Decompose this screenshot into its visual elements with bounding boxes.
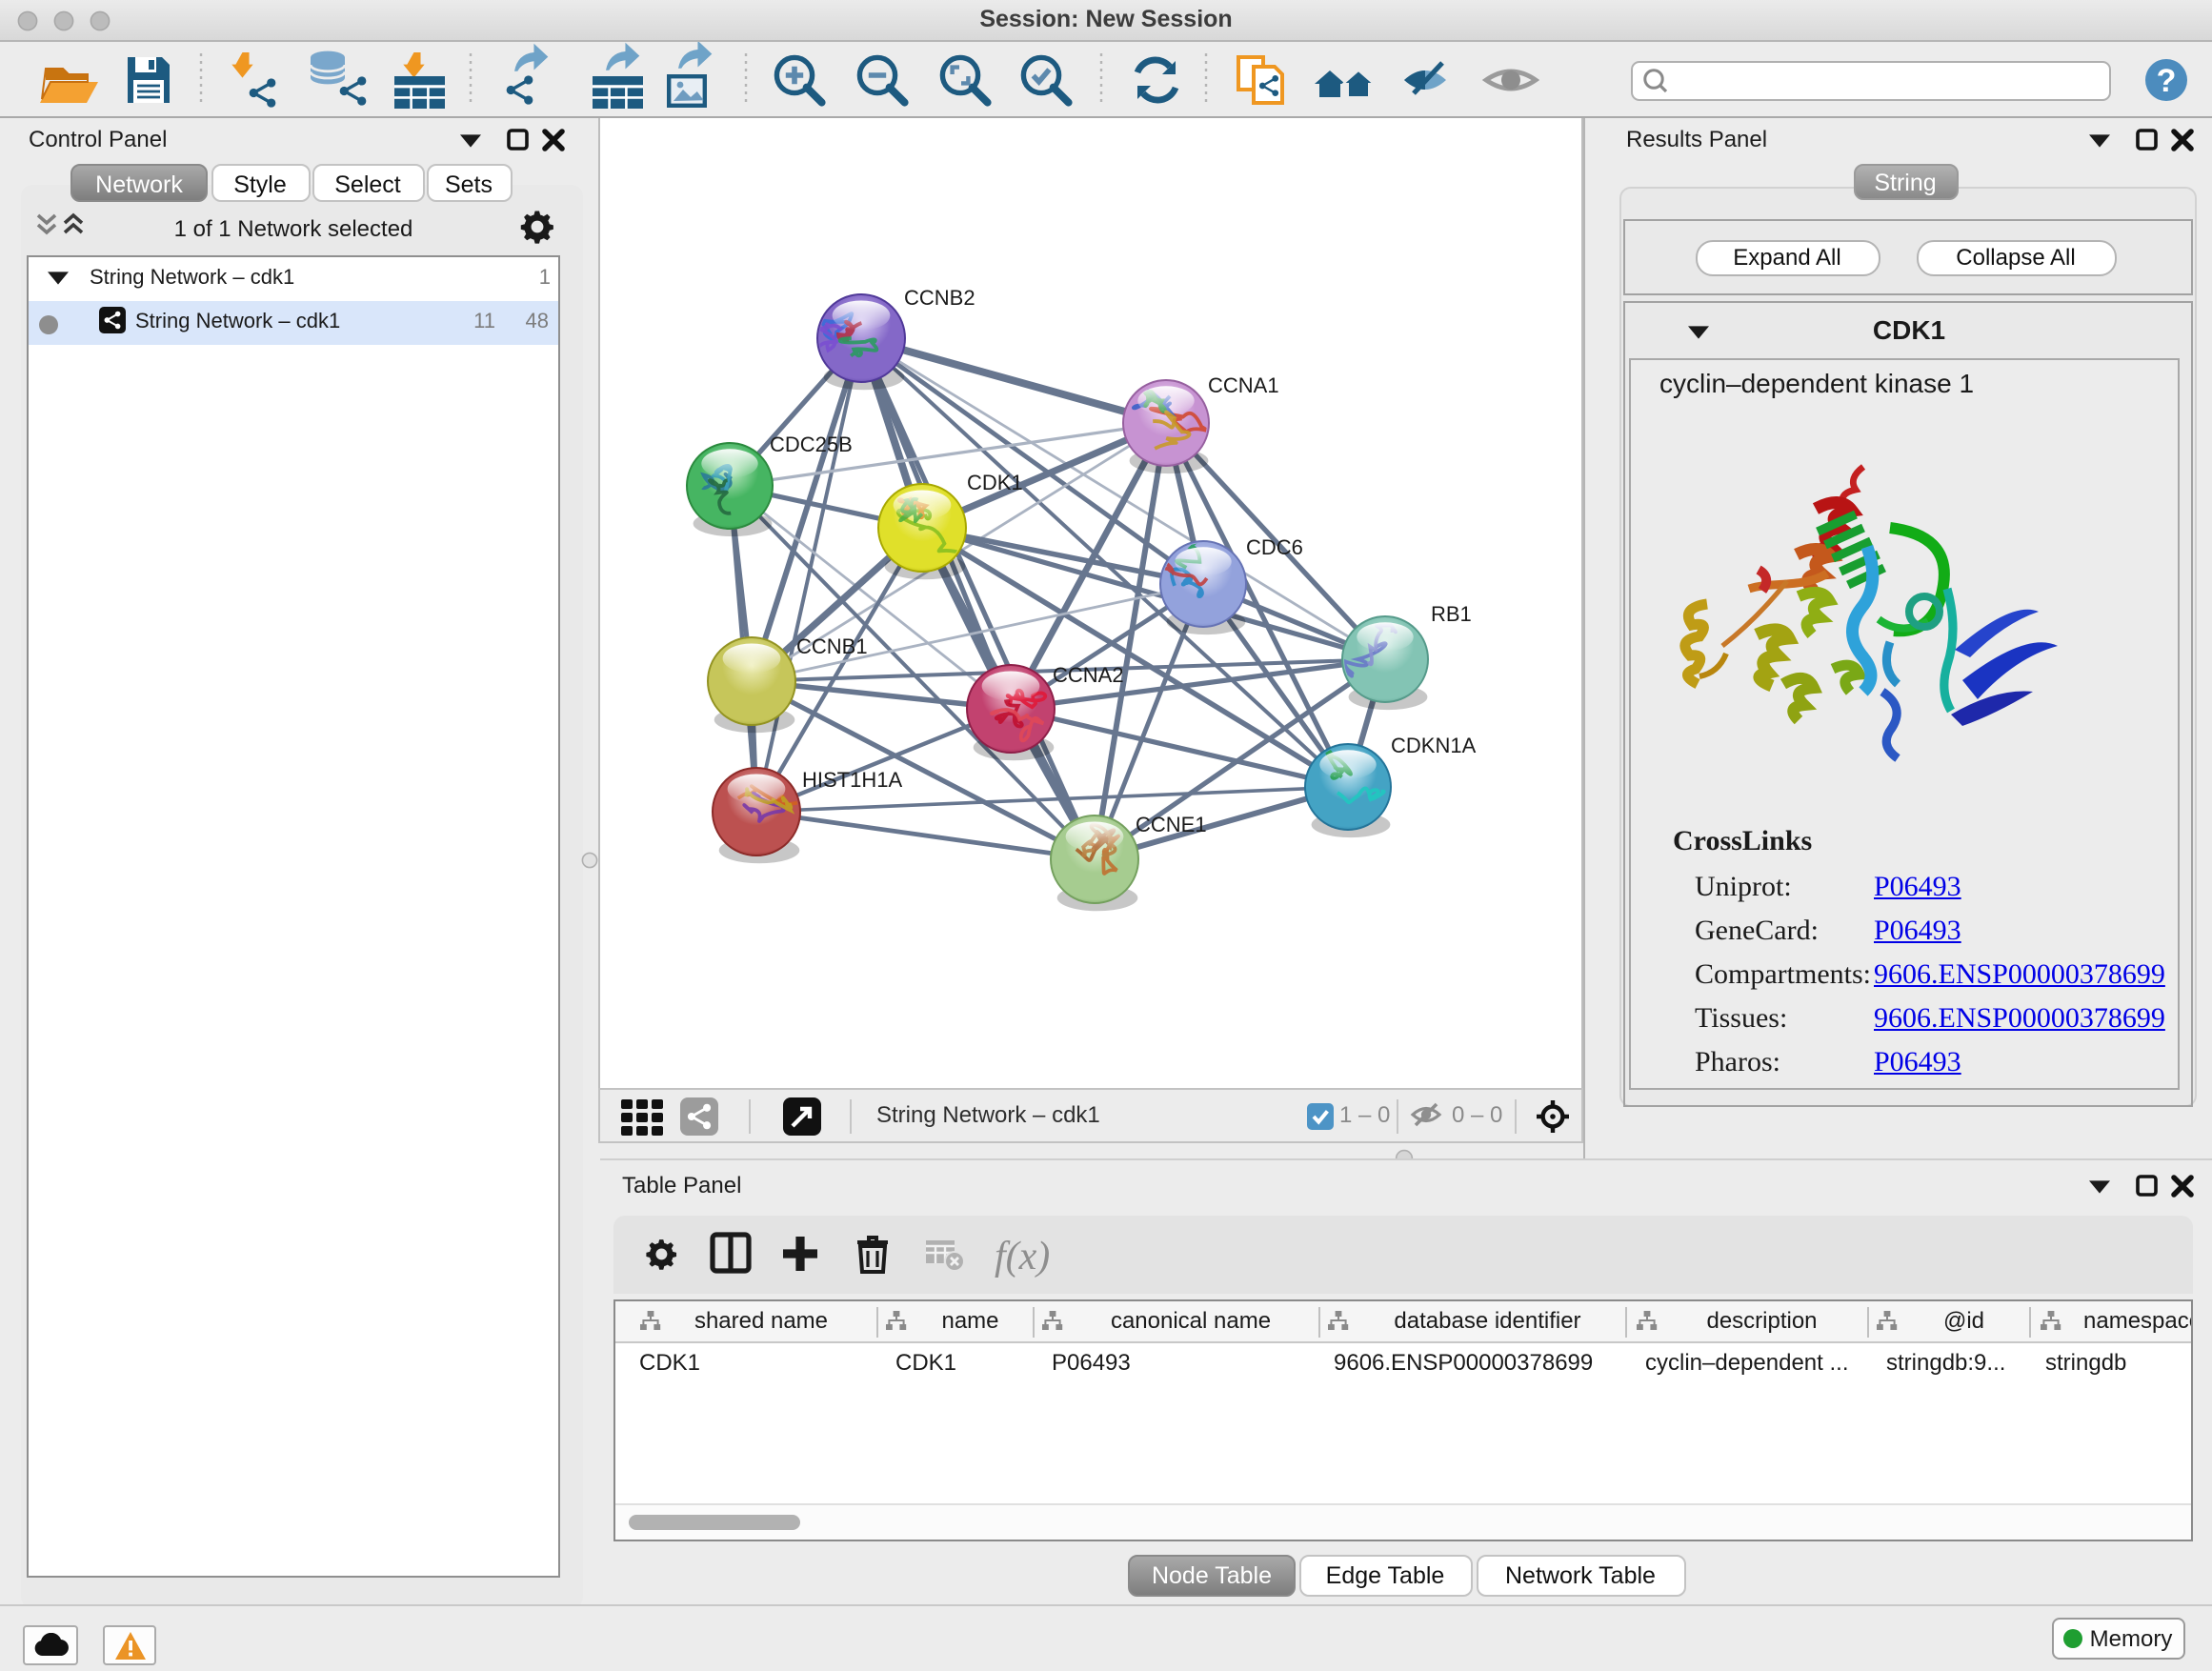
svg-text:CDK1: CDK1 <box>967 471 1023 494</box>
svg-text:HIST1H1A: HIST1H1A <box>802 768 902 792</box>
svg-text:CDKN1A: CDKN1A <box>1391 734 1477 757</box>
svg-text:CCNB1: CCNB1 <box>796 634 868 658</box>
svg-text:f(x): f(x) <box>995 1235 1050 1278</box>
svg-text:RB1: RB1 <box>1431 602 1472 626</box>
svg-text:CDC25B: CDC25B <box>770 433 853 456</box>
svg-text:CCNA1: CCNA1 <box>1208 373 1279 397</box>
svg-text:?: ? <box>2157 63 2177 99</box>
svg-text:CCNA2: CCNA2 <box>1053 663 1124 687</box>
svg-text:CDC6: CDC6 <box>1246 535 1303 559</box>
svg-text:CCNB2: CCNB2 <box>904 286 975 310</box>
svg-text:CCNE1: CCNE1 <box>1136 813 1207 836</box>
